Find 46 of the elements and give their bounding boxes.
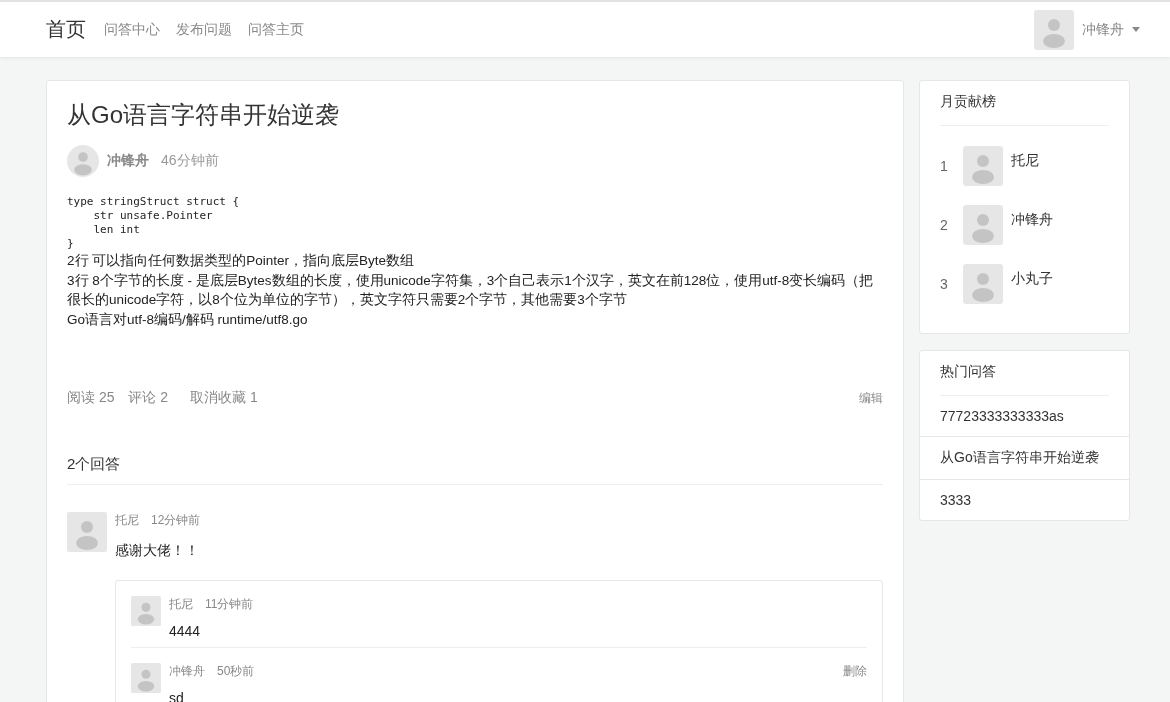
rank-number: 3 [940,275,949,292]
user-menu[interactable]: 冲锋舟 [1082,20,1124,39]
stat-link[interactable]: 阅读 25 [67,389,115,407]
paragraph: 3行 8个字节的长度 - 是底层Bytes数组的长度，使用unicode字符集，3个自己表示1个汉字，英文在前128位，使用utf-8变长编码（把很长的unicode字符，以8个位为单位的字节），英文字符只需要2个字节，其他需要3个字节 [67,271,875,309]
author-name[interactable]: 冲锋舟 [107,152,149,170]
answer-time: 12分钟前 [151,512,201,529]
nav-link[interactable]: 问答中心 [104,20,160,39]
reply-author[interactable]: 托尼 [169,596,193,613]
reply-time: 11分钟前 [205,596,254,613]
delete-link[interactable]: 删除 [843,663,867,680]
nav-link[interactable]: 发布问题 [176,20,232,39]
answers-heading: 2个回答 [67,455,883,485]
reply-author[interactable]: 冲锋舟 [169,663,205,680]
home-link[interactable]: 首页 [46,16,86,43]
edit-link[interactable]: 编辑 [859,389,883,407]
stat-link[interactable]: 评论 2 [128,389,169,407]
card-heading: 月贡献榜 [940,91,1109,126]
avatar-icon [131,596,161,626]
caret-icon[interactable] [1132,27,1140,32]
hot-question-link[interactable]: 77723333333333as [920,396,1129,437]
post-time: 46分钟前 [161,152,219,170]
answer-text: 感谢大佬！！ [115,542,200,560]
answer-author[interactable]: 托尼 [115,512,139,529]
reply-time: 50秒前 [217,663,255,680]
code-text: type stringStruct struct { str unsafe.Pointer len int } [67,195,241,251]
rank-number: 1 [940,157,949,174]
avatar-icon[interactable] [1034,9,1074,50]
user-name[interactable]: 冲锋舟 [1011,210,1053,229]
hot-question-link[interactable]: 从Go语言字符串开始逆袭 [920,437,1129,480]
avatar-icon[interactable] [963,204,1003,245]
reply-text: 4444 [169,623,202,639]
hot-question-link[interactable]: 3333 [920,480,1129,520]
avatar-icon [67,145,99,177]
avatar-icon [131,663,161,693]
avatar-icon [67,512,107,552]
card-heading: 热门问答 [940,361,1109,396]
paragraph: 2行 可以指向任何数据类型的Pointer，指向底层Byte数组 [67,252,416,270]
paragraph: Go语言对utf-8编码/解码 runtime/utf8.go [67,310,309,329]
avatar-icon[interactable] [963,145,1003,186]
avatar-icon[interactable] [963,263,1003,304]
rank-number: 2 [940,216,949,233]
post-title: 从Go语言字符串开始逆袭 [67,100,340,130]
nav-link[interactable]: 问答主页 [248,20,304,39]
stat-link[interactable]: 取消收藏 1 [190,389,258,407]
user-name[interactable]: 小丸子 [1011,269,1053,288]
user-name[interactable]: 托尼 [1011,151,1039,170]
